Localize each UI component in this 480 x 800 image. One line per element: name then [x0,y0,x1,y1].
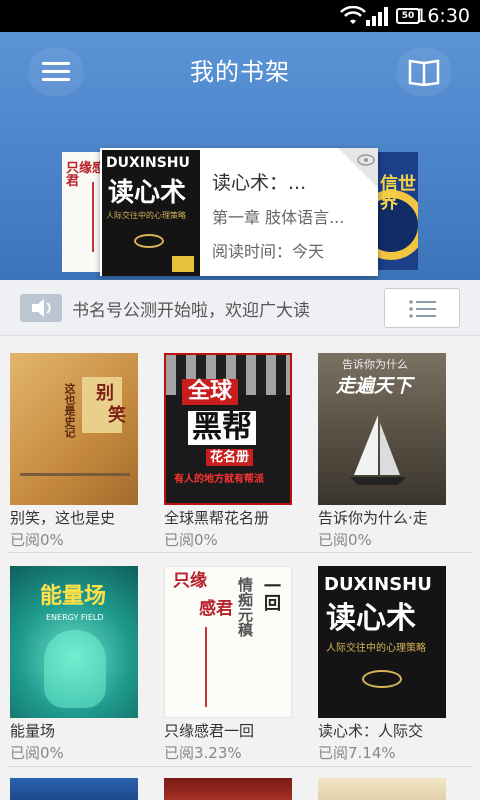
book-title: 全球黑帮花名册 [164,509,270,527]
book-progress: 已阅0% [10,744,64,762]
speaker-icon [20,294,62,322]
cover-text: 一回 [260,577,280,611]
cover-text: 情痴元稹 [236,577,254,637]
cover-text: 能量场 [40,584,107,609]
list-view-button[interactable] [384,288,460,328]
book-progress: 已阅0% [10,531,64,549]
wifi-icon [340,6,366,24]
cover-text: 人际交往中的心理策略 [326,643,426,654]
row-divider [8,766,472,767]
carousel-dot [247,266,253,271]
book-progress: 已阅0% [164,531,218,549]
cover-text: 告诉你为什么 [342,358,408,371]
book-progress: 已阅0% [318,531,372,549]
cover-text: 全球 [182,379,239,405]
cover-subtitle: 人际交往中的心理策略 [106,211,186,220]
cover-text: 笑 [105,405,126,423]
cover-text: 这也是史记 [63,383,76,438]
book-title: 能量场 [10,722,56,740]
cover-text: 走遍天下 [336,375,413,397]
featured-book-chapter: 第一章 肢体语言... [212,208,345,227]
book-cover-partial[interactable] [10,778,138,800]
carousel-next-cover[interactable]: 信世界 [376,152,418,270]
carousel-dot [227,266,233,271]
book-title: 别笑，这也是史 [10,509,116,527]
notice-bar[interactable]: 书名号公测开始啦，欢迎广大读 [0,280,480,336]
book-cover: 能量场 ENERGY FIELD [10,566,138,718]
carousel-dot-active [236,264,244,271]
status-bar: 50 16:30 [0,0,480,32]
book-cover: 告诉你为什么 走遍天下 [318,353,446,505]
book-title: 只缘感君一回 [164,722,255,740]
book-store-button[interactable] [396,48,452,96]
status-time: 16:30 [415,5,470,27]
book-progress: 已阅7.14% [318,744,396,762]
carousel-indicator [0,256,480,275]
book-cover: 只缘 感君 一回 情痴元稹 [164,566,292,718]
book-cover: 别 笑 这也是史记 [10,353,138,505]
open-book-icon [408,59,440,87]
book-title: 读心术：人际交 [318,722,424,740]
cover-text: 信世界 [380,174,416,213]
row-divider [8,552,472,553]
cover-text: 别 [93,383,114,401]
cover-text: ENERGY FIELD [46,613,104,622]
cover-text: 有人的地方就有帮派 [174,474,264,485]
book-cover-partial[interactable] [318,778,446,800]
cover-text: DUXINSHU [324,574,432,595]
eye-icon [338,148,378,188]
cover-text: 黑帮 [188,411,256,445]
book-progress: 已阅3.23% [164,744,242,762]
book-title: 告诉你为什么·走 [318,509,428,527]
cover-title: 读心术 [108,178,187,208]
list-icon [409,300,436,318]
book-cover-partial[interactable] [164,778,292,800]
cover-text: 读心术 [326,601,416,636]
cover-text: 感君 [199,599,233,619]
cover-text: 只缘 [173,571,207,591]
cover-text: 花名册 [206,449,254,466]
book-cover: DUXINSHU 读心术 人际交往中的心理策略 [318,566,446,718]
notice-text: 书名号公测开始啦，欢迎广大读 [72,301,310,321]
bookshelf-header: 我的书架 只缘感君 信世界 DUXINSHU 读心术 人际交往中的心理策略 读心… [0,32,480,280]
cover-brand: DUXINSHU [106,155,190,171]
signal-icon [366,7,388,26]
book-cover: 全球 黑帮 花名册 有人的地方就有帮派 [164,353,292,505]
